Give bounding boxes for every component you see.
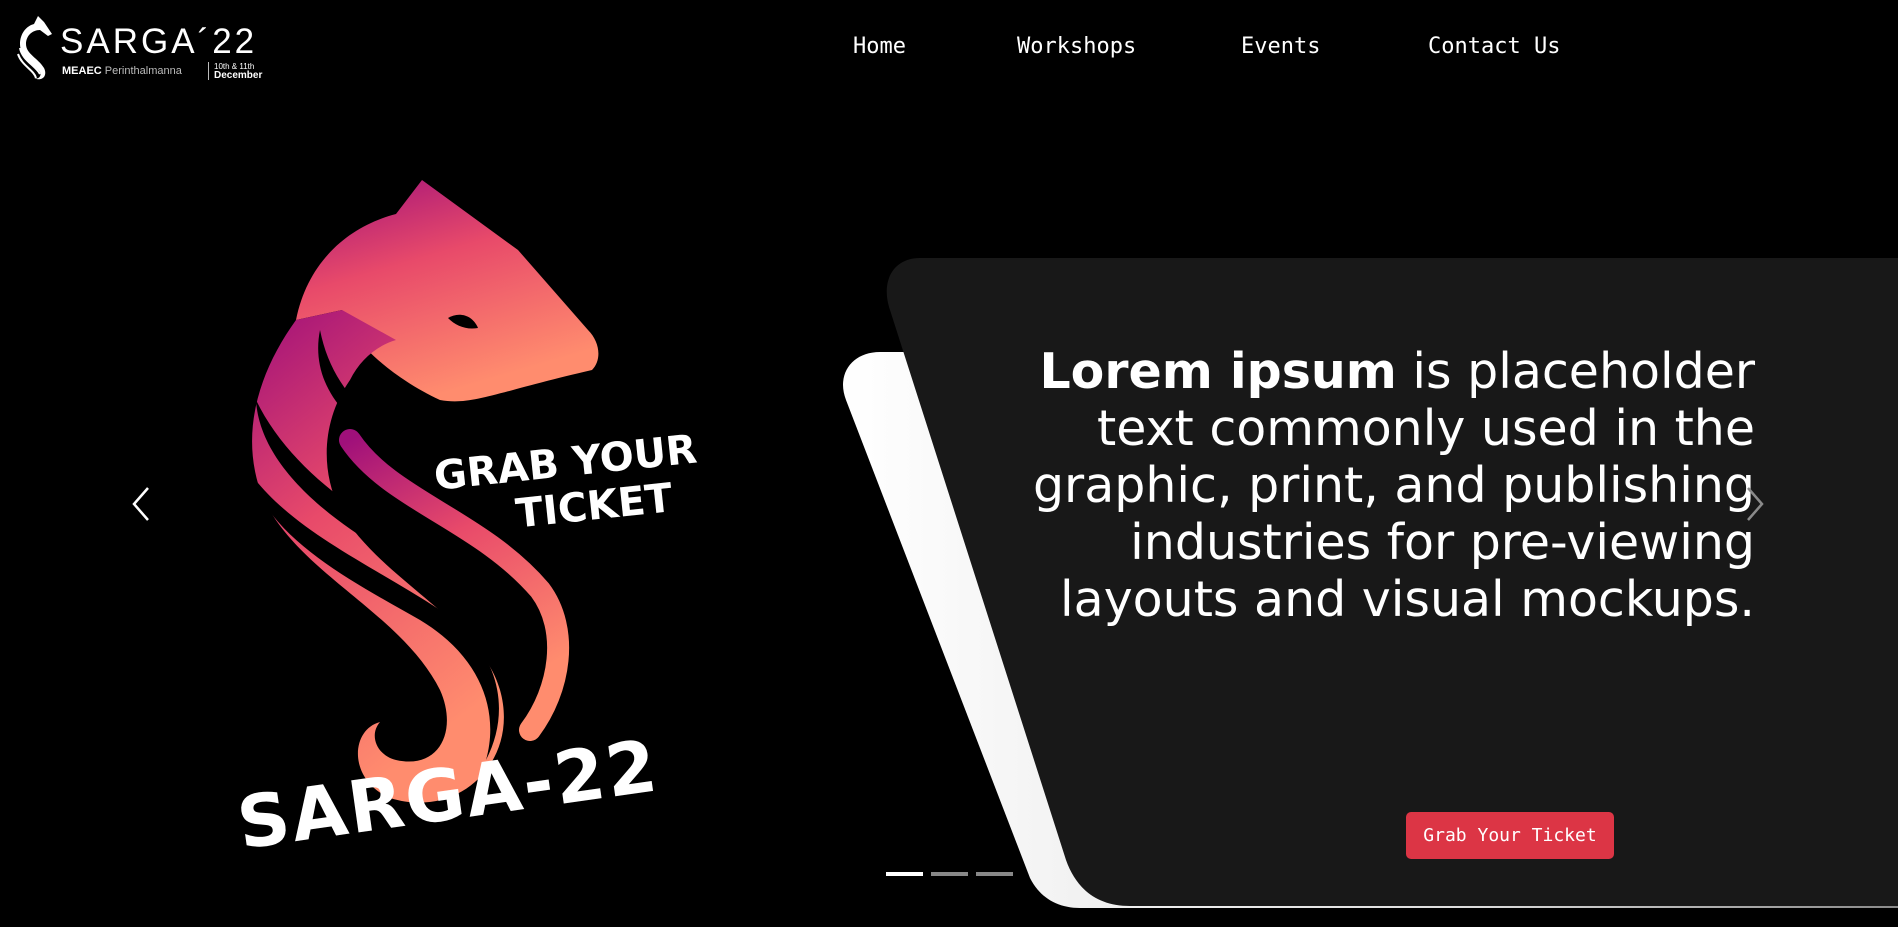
carousel-indicator-1[interactable]: [886, 872, 923, 876]
carousel-indicator-2[interactable]: [931, 872, 968, 876]
chevron-right-icon: [1747, 487, 1764, 521]
hero-description-bold: Lorem ipsum: [1039, 343, 1397, 400]
carousel-indicator-3[interactable]: [976, 872, 1013, 876]
carousel-next-button[interactable]: [1742, 484, 1768, 524]
grab-your-ticket-button[interactable]: Grab Your Ticket: [1406, 812, 1614, 859]
hero-description: Lorem ipsum is placeholder text commonly…: [995, 343, 1755, 628]
